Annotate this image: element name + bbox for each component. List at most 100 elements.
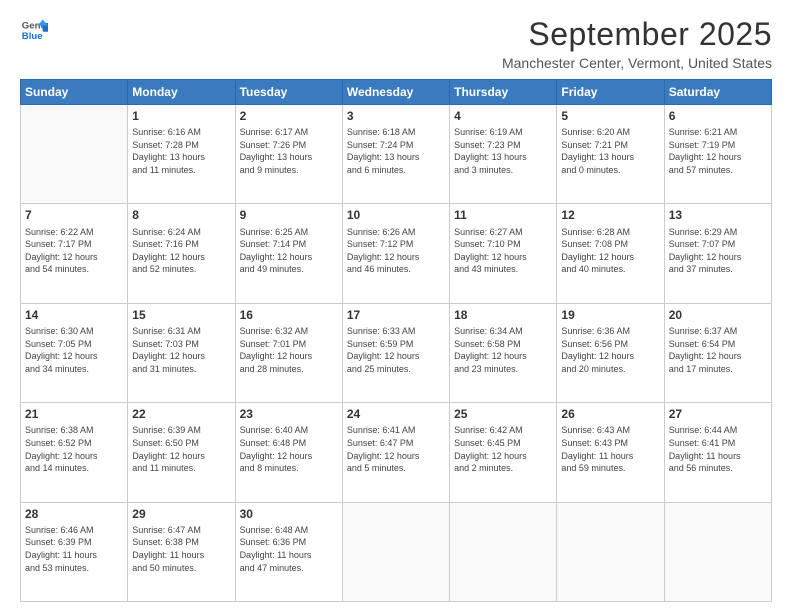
day-number: 9 xyxy=(240,207,338,223)
calendar-day-cell xyxy=(21,105,128,204)
day-number: 28 xyxy=(25,506,123,522)
day-number: 10 xyxy=(347,207,445,223)
day-number: 26 xyxy=(561,406,659,422)
calendar-day-cell xyxy=(342,502,449,601)
day-info: Sunrise: 6:21 AM Sunset: 7:19 PM Dayligh… xyxy=(669,126,767,176)
calendar-day-cell: 17 Sunrise: 6:33 AM Sunset: 6:59 PM Dayli… xyxy=(342,303,449,402)
day-number: 25 xyxy=(454,406,552,422)
day-info: Sunrise: 6:30 AM Sunset: 7:05 PM Dayligh… xyxy=(25,325,123,375)
logo-icon: General Blue xyxy=(20,16,48,44)
calendar-day-cell: 25 Sunrise: 6:42 AM Sunset: 6:45 PM Dayli… xyxy=(450,403,557,502)
calendar-week-row: 1 Sunrise: 6:16 AM Sunset: 7:28 PM Daylig… xyxy=(21,105,772,204)
day-number: 3 xyxy=(347,108,445,124)
svg-text:Blue: Blue xyxy=(22,31,43,42)
day-number: 5 xyxy=(561,108,659,124)
calendar-day-cell xyxy=(450,502,557,601)
weekday-header: Wednesday xyxy=(342,80,449,105)
day-info: Sunrise: 6:37 AM Sunset: 6:54 PM Dayligh… xyxy=(669,325,767,375)
calendar-table: SundayMondayTuesdayWednesdayThursdayFrid… xyxy=(20,79,772,602)
calendar-day-cell: 4 Sunrise: 6:19 AM Sunset: 7:23 PM Daylig… xyxy=(450,105,557,204)
day-number: 4 xyxy=(454,108,552,124)
weekday-header: Saturday xyxy=(664,80,771,105)
day-info: Sunrise: 6:22 AM Sunset: 7:17 PM Dayligh… xyxy=(25,226,123,276)
day-number: 29 xyxy=(132,506,230,522)
day-number: 7 xyxy=(25,207,123,223)
weekday-header: Monday xyxy=(128,80,235,105)
day-info: Sunrise: 6:39 AM Sunset: 6:50 PM Dayligh… xyxy=(132,424,230,474)
day-info: Sunrise: 6:41 AM Sunset: 6:47 PM Dayligh… xyxy=(347,424,445,474)
calendar-day-cell: 2Sunrise: 6:17 AM Sunset: 7:26 PM Daylig… xyxy=(235,105,342,204)
calendar-day-cell: 18 Sunrise: 6:34 AM Sunset: 6:58 PM Dayli… xyxy=(450,303,557,402)
calendar-day-cell: 21 Sunrise: 6:38 AM Sunset: 6:52 PM Dayli… xyxy=(21,403,128,502)
day-number: 20 xyxy=(669,307,767,323)
calendar-week-row: 21 Sunrise: 6:38 AM Sunset: 6:52 PM Dayli… xyxy=(21,403,772,502)
day-info: Sunrise: 6:36 AM Sunset: 6:56 PM Dayligh… xyxy=(561,325,659,375)
page: General Blue September 2025 Manchester C… xyxy=(0,0,792,612)
day-number: 23 xyxy=(240,406,338,422)
calendar-day-cell: 20 Sunrise: 6:37 AM Sunset: 6:54 PM Dayli… xyxy=(664,303,771,402)
calendar-week-row: 28 Sunrise: 6:46 AM Sunset: 6:39 PM Dayli… xyxy=(21,502,772,601)
day-info: Sunrise: 6:38 AM Sunset: 6:52 PM Dayligh… xyxy=(25,424,123,474)
day-number: 21 xyxy=(25,406,123,422)
calendar-day-cell: 10 Sunrise: 6:26 AM Sunset: 7:12 PM Dayli… xyxy=(342,204,449,303)
day-info: Sunrise: 6:32 AM Sunset: 7:01 PM Dayligh… xyxy=(240,325,338,375)
title-area: September 2025 Manchester Center, Vermon… xyxy=(502,16,772,71)
calendar-day-cell: 27Sunrise: 6:44 AM Sunset: 6:41 PM Dayli… xyxy=(664,403,771,502)
calendar-day-cell: 29 Sunrise: 6:47 AM Sunset: 6:38 PM Dayli… xyxy=(128,502,235,601)
day-info: Sunrise: 6:27 AM Sunset: 7:10 PM Dayligh… xyxy=(454,226,552,276)
calendar-day-cell: 30Sunrise: 6:48 AM Sunset: 6:36 PM Dayli… xyxy=(235,502,342,601)
day-info: Sunrise: 6:42 AM Sunset: 6:45 PM Dayligh… xyxy=(454,424,552,474)
calendar-day-cell: 1 Sunrise: 6:16 AM Sunset: 7:28 PM Daylig… xyxy=(128,105,235,204)
day-info: Sunrise: 6:33 AM Sunset: 6:59 PM Dayligh… xyxy=(347,325,445,375)
calendar-day-cell: 3 Sunrise: 6:18 AM Sunset: 7:24 PM Daylig… xyxy=(342,105,449,204)
day-number: 6 xyxy=(669,108,767,124)
day-info: Sunrise: 6:19 AM Sunset: 7:23 PM Dayligh… xyxy=(454,126,552,176)
weekday-header: Friday xyxy=(557,80,664,105)
day-info: Sunrise: 6:24 AM Sunset: 7:16 PM Dayligh… xyxy=(132,226,230,276)
calendar-day-cell: 23Sunrise: 6:40 AM Sunset: 6:48 PM Dayli… xyxy=(235,403,342,502)
logo: General Blue xyxy=(20,16,48,44)
day-info: Sunrise: 6:20 AM Sunset: 7:21 PM Dayligh… xyxy=(561,126,659,176)
day-info: Sunrise: 6:31 AM Sunset: 7:03 PM Dayligh… xyxy=(132,325,230,375)
calendar-day-cell: 14 Sunrise: 6:30 AM Sunset: 7:05 PM Dayli… xyxy=(21,303,128,402)
day-info: Sunrise: 6:18 AM Sunset: 7:24 PM Dayligh… xyxy=(347,126,445,176)
day-number: 16 xyxy=(240,307,338,323)
day-info: Sunrise: 6:43 AM Sunset: 6:43 PM Dayligh… xyxy=(561,424,659,474)
calendar-day-cell: 7 Sunrise: 6:22 AM Sunset: 7:17 PM Daylig… xyxy=(21,204,128,303)
calendar-day-cell: 11Sunrise: 6:27 AM Sunset: 7:10 PM Dayli… xyxy=(450,204,557,303)
calendar-day-cell: 12Sunrise: 6:28 AM Sunset: 7:08 PM Dayli… xyxy=(557,204,664,303)
day-number: 1 xyxy=(132,108,230,124)
month-title: September 2025 xyxy=(502,16,772,53)
weekday-header: Tuesday xyxy=(235,80,342,105)
calendar-day-cell: 22 Sunrise: 6:39 AM Sunset: 6:50 PM Dayli… xyxy=(128,403,235,502)
day-number: 18 xyxy=(454,307,552,323)
day-info: Sunrise: 6:26 AM Sunset: 7:12 PM Dayligh… xyxy=(347,226,445,276)
calendar-day-cell xyxy=(557,502,664,601)
day-info: Sunrise: 6:48 AM Sunset: 6:36 PM Dayligh… xyxy=(240,524,338,574)
calendar-day-cell xyxy=(664,502,771,601)
calendar-day-cell: 8Sunrise: 6:24 AM Sunset: 7:16 PM Daylig… xyxy=(128,204,235,303)
calendar-day-cell: 9 Sunrise: 6:25 AM Sunset: 7:14 PM Daylig… xyxy=(235,204,342,303)
day-info: Sunrise: 6:47 AM Sunset: 6:38 PM Dayligh… xyxy=(132,524,230,574)
day-number: 19 xyxy=(561,307,659,323)
day-number: 17 xyxy=(347,307,445,323)
calendar-day-cell: 26 Sunrise: 6:43 AM Sunset: 6:43 PM Dayli… xyxy=(557,403,664,502)
day-info: Sunrise: 6:46 AM Sunset: 6:39 PM Dayligh… xyxy=(25,524,123,574)
calendar-week-row: 7 Sunrise: 6:22 AM Sunset: 7:17 PM Daylig… xyxy=(21,204,772,303)
calendar-header-row: SundayMondayTuesdayWednesdayThursdayFrid… xyxy=(21,80,772,105)
location: Manchester Center, Vermont, United State… xyxy=(502,55,772,71)
day-info: Sunrise: 6:34 AM Sunset: 6:58 PM Dayligh… xyxy=(454,325,552,375)
calendar-day-cell: 15Sunrise: 6:31 AM Sunset: 7:03 PM Dayli… xyxy=(128,303,235,402)
day-number: 12 xyxy=(561,207,659,223)
day-info: Sunrise: 6:16 AM Sunset: 7:28 PM Dayligh… xyxy=(132,126,230,176)
weekday-header: Thursday xyxy=(450,80,557,105)
day-number: 14 xyxy=(25,307,123,323)
day-number: 27 xyxy=(669,406,767,422)
day-number: 22 xyxy=(132,406,230,422)
calendar-day-cell: 13Sunrise: 6:29 AM Sunset: 7:07 PM Dayli… xyxy=(664,204,771,303)
calendar-day-cell: 16 Sunrise: 6:32 AM Sunset: 7:01 PM Dayli… xyxy=(235,303,342,402)
calendar-day-cell: 19 Sunrise: 6:36 AM Sunset: 6:56 PM Dayli… xyxy=(557,303,664,402)
day-info: Sunrise: 6:25 AM Sunset: 7:14 PM Dayligh… xyxy=(240,226,338,276)
calendar-day-cell: 6 Sunrise: 6:21 AM Sunset: 7:19 PM Daylig… xyxy=(664,105,771,204)
weekday-header: Sunday xyxy=(21,80,128,105)
